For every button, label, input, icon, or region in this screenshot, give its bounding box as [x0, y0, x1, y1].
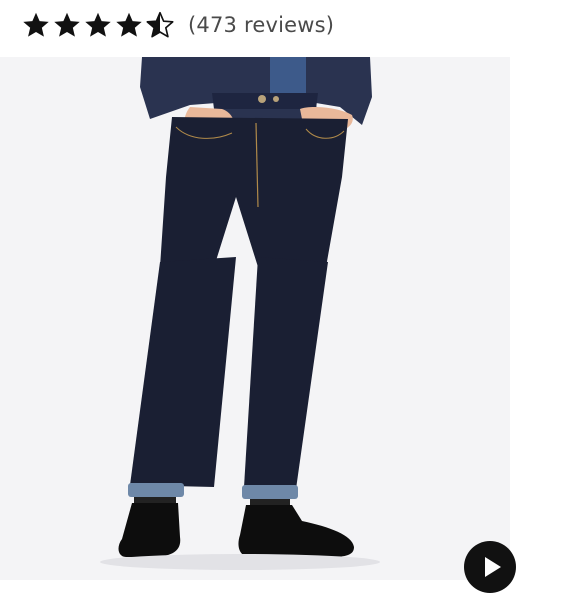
star-full-icon: [54, 12, 80, 37]
star-full-icon: [116, 12, 142, 37]
product-rating[interactable]: (473 reviews): [22, 8, 334, 42]
star-half-icon: [146, 11, 174, 38]
star-rating: [22, 11, 174, 39]
star-full-icon: [85, 12, 111, 37]
play-icon: [485, 557, 501, 577]
star-full-icon: [23, 12, 49, 37]
product-image[interactable]: [0, 57, 510, 580]
play-video-button[interactable]: [464, 541, 516, 593]
review-count-link[interactable]: (473 reviews): [188, 13, 334, 37]
